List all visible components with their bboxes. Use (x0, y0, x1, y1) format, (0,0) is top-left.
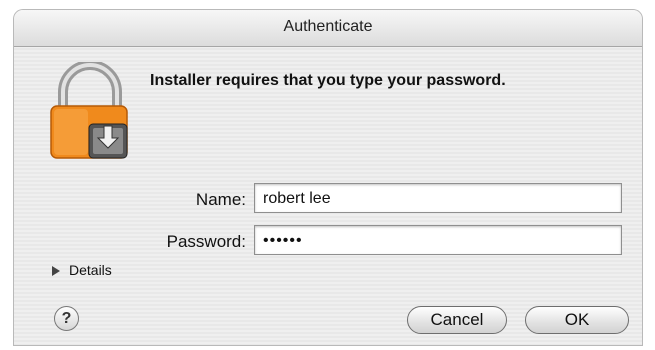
authenticate-dialog: Authenticate Installer requires that you… (14, 10, 642, 345)
disclosure-triangle-icon (52, 266, 60, 277)
details-toggle[interactable]: Details (52, 262, 112, 278)
title-bar[interactable]: Authenticate (14, 10, 642, 47)
lock-installer-icon (50, 62, 128, 159)
name-field[interactable]: robert lee (254, 183, 622, 213)
window-title: Authenticate (283, 18, 373, 35)
prompt-message: Installer requires that you type your pa… (150, 72, 506, 89)
name-label: Name: (195, 190, 246, 209)
ok-button[interactable]: OK (525, 306, 629, 334)
details-label: Details (69, 262, 112, 278)
password-label: Password: (166, 232, 246, 251)
password-field[interactable]: •••••• (254, 225, 622, 255)
help-button[interactable]: ? (54, 306, 79, 331)
cancel-button[interactable]: Cancel (407, 306, 507, 334)
